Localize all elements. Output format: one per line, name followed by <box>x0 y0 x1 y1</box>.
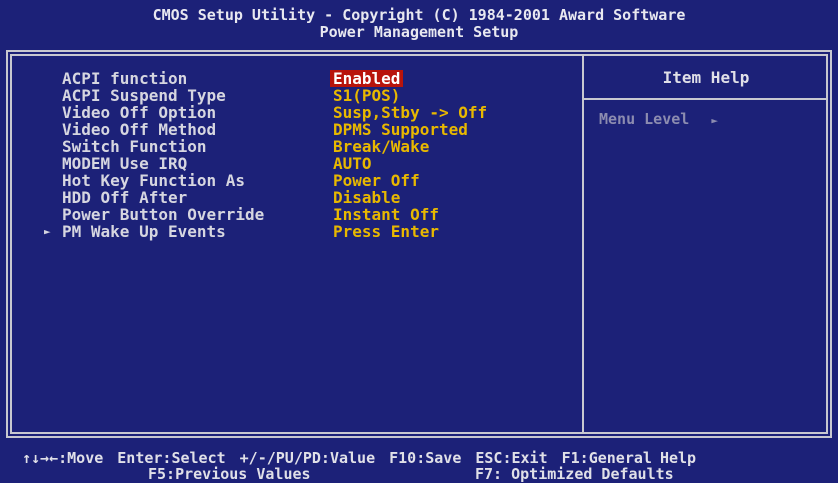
page-title: Power Management Setup <box>319 23 519 41</box>
setting-label: Video Off Method <box>62 120 217 139</box>
setting-value[interactable]: AUTO <box>333 155 372 172</box>
key-help-bar: ↑↓→←:Move Enter:Select +/-/PU/PD:Value F10:… <box>0 446 838 483</box>
key-previous-values: F5:Previous Values <box>148 465 311 483</box>
setting-label: PM Wake Up Events <box>62 222 226 241</box>
setting-label: Switch Function <box>62 137 207 156</box>
setting-label: ACPI function <box>62 69 188 88</box>
setting-label: Hot Key Function As <box>62 171 246 190</box>
setting-label: HDD Off After <box>62 188 188 207</box>
setting-label: Video Off Option <box>62 103 217 122</box>
header: CMOS Setup Utility - Copyright (C) 1984-… <box>0 0 838 50</box>
setting-label: MODEM Use IRQ <box>62 154 188 173</box>
setting-value[interactable]: Susp,Stby -> Off <box>333 104 487 121</box>
setting-value[interactable]: Press Enter <box>333 223 439 240</box>
setting-value[interactable]: DPMS Supported <box>333 121 468 138</box>
panel-divider <box>582 54 584 434</box>
setting-label: ACPI Suspend Type <box>62 86 226 105</box>
key-optimized-defaults: F7: Optimized Defaults <box>475 465 674 483</box>
app-title: CMOS Setup Utility - Copyright (C) 1984-… <box>152 6 686 24</box>
setting-value[interactable]: Enabled <box>330 70 404 87</box>
setting-label: Power Button Override <box>62 205 265 224</box>
menu-level-label: Menu Level <box>599 110 690 128</box>
help-divider <box>584 98 828 100</box>
menu-level-arrow-icon: ► <box>711 114 718 127</box>
key-save: F10:Save <box>389 449 462 467</box>
key-move: ↑↓→←:Move <box>22 449 104 467</box>
setting-value[interactable]: Disable <box>333 189 400 206</box>
item-help-title: Item Help <box>662 68 750 87</box>
setting-value[interactable]: Instant Off <box>333 206 439 223</box>
submenu-arrow-icon: ► <box>44 225 51 238</box>
setting-value[interactable]: Power Off <box>333 172 420 189</box>
setting-value[interactable]: Break/Wake <box>333 138 429 155</box>
setting-value[interactable]: S1(POS) <box>333 87 400 104</box>
menu-level: Menu Level ► <box>599 110 718 128</box>
